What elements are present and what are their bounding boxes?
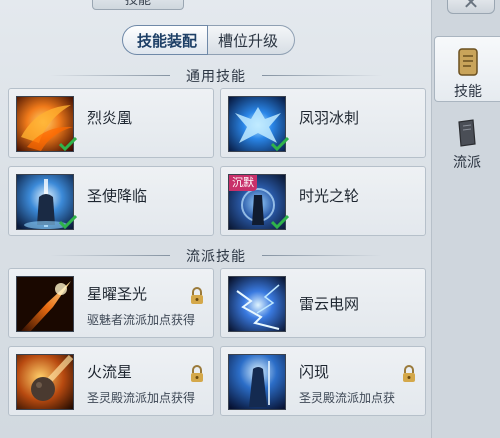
skill-card-holy-envoy[interactable]: 圣使降临 [8,166,214,236]
section-school-header: 流派技能 [0,246,432,266]
skill-name: 火流星 [87,363,133,381]
scroll-icon [458,48,478,76]
silenced-badge: 沉默 [229,175,257,191]
section-general-title: 通用技能 [186,69,246,85]
tab-skill-equip[interactable]: 技能装配 [122,25,209,55]
skill-name: 圣使降临 [87,187,148,205]
starlight-icon [16,276,74,332]
skill-unlock-hint: 圣灵殿流派加点获 [299,391,396,405]
skill-card-fire-phoenix[interactable]: 烈炎凰 [8,88,214,158]
equipped-check-icon [271,137,289,151]
close-button[interactable]: ✕ [447,0,495,14]
equipped-check-icon [271,215,289,229]
close-icon[interactable]: ✕ [463,0,480,13]
skill-card-blink[interactable]: 闪现 圣灵殿流派加点获 [220,346,426,416]
side-tab-skill[interactable]: 技能 [434,36,500,102]
equipped-check-icon [59,215,77,229]
thunder-net-icon [228,276,286,332]
side-tab-label: 流派 [453,155,481,171]
section-school-title: 流派技能 [186,249,246,265]
blink-icon [228,354,286,410]
section-general-header: 通用技能 [0,66,432,86]
skill-unlock-hint: 圣灵殿流派加点获得 [87,391,196,405]
book-icon [458,119,476,147]
tab-slot-upgrade[interactable]: 槽位升级 [208,25,296,55]
skill-card-meteor[interactable]: 火流星 圣灵殿流派加点获得 [8,346,214,416]
window-title: 技能 [92,0,184,10]
side-tab-label: 技能 [454,84,482,100]
lock-icon [191,287,203,304]
skill-card-starlight[interactable]: 星曜圣光 驱魅者流派加点获得 [8,268,214,338]
subtab-bar: 技能装配 槽位升级 [122,25,296,55]
skill-name: 凤羽冰刺 [299,109,360,127]
skill-unlock-hint: 驱魅者流派加点获得 [87,313,196,327]
skill-name: 时光之轮 [299,187,360,205]
meteor-icon [16,354,74,410]
side-tab-school[interactable]: 流派 [434,108,500,174]
skill-card-time-wheel[interactable]: 沉默 时光之轮 [220,166,426,236]
skill-name: 星曜圣光 [87,285,148,303]
skill-card-thunder-net[interactable]: 雷云电网 [220,268,426,338]
skill-name: 闪现 [299,363,330,381]
skill-card-ice-phoenix[interactable]: 凤羽冰刺 [220,88,426,158]
skill-name: 烈炎凰 [87,109,133,127]
lock-icon [403,365,415,382]
equipped-check-icon [59,137,77,151]
lock-icon [191,365,203,382]
skill-name: 雷云电网 [299,295,360,313]
